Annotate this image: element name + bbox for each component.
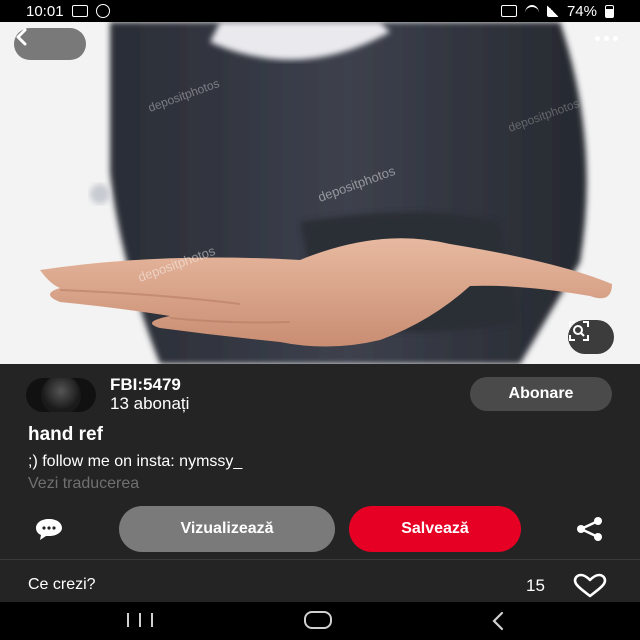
follower-count: 13 abonați bbox=[110, 394, 190, 413]
back-button[interactable] bbox=[14, 28, 86, 60]
pin-image[interactable]: depositphotos depositphotos depositphoto… bbox=[0, 22, 640, 364]
pin-image-illustration: depositphotos depositphotos depositphoto… bbox=[0, 22, 640, 364]
recent-apps-icon[interactable] bbox=[127, 613, 153, 629]
status-time: 10:01 bbox=[26, 2, 64, 20]
gallery-notification-icon bbox=[71, 5, 88, 17]
battery-percent: 74% bbox=[566, 2, 597, 20]
system-navigation-bar bbox=[0, 602, 640, 640]
share-icon[interactable] bbox=[574, 516, 606, 542]
whatsapp-notification-icon bbox=[95, 4, 110, 18]
comment-icon[interactable] bbox=[30, 516, 68, 542]
comment-prompt[interactable]: Ce crezi? bbox=[28, 576, 96, 594]
system-back-icon[interactable] bbox=[488, 611, 508, 631]
visit-button[interactable]: Vizualizează bbox=[119, 506, 335, 552]
home-icon[interactable] bbox=[304, 611, 332, 629]
wifi-icon bbox=[524, 5, 539, 17]
follow-button[interactable]: Abonare bbox=[470, 377, 612, 411]
battery-icon bbox=[605, 4, 614, 18]
status-bar: 10:01 74% bbox=[0, 0, 640, 22]
visual-search-button[interactable] bbox=[568, 320, 614, 354]
pin-details-panel: FBI:5479 13 abonați Abonare hand ref ;) … bbox=[0, 364, 640, 602]
like-count: 15 bbox=[526, 576, 545, 595]
see-translation-link[interactable]: Vezi traducerea bbox=[28, 475, 139, 493]
lens-search-icon bbox=[569, 321, 589, 341]
more-options-icon[interactable] bbox=[595, 36, 618, 41]
divider bbox=[0, 559, 640, 560]
heart-icon[interactable] bbox=[571, 573, 609, 599]
signal-icon bbox=[546, 5, 559, 17]
chevron-left-icon bbox=[16, 28, 27, 46]
pin-description: ;) follow me on insta: nymssy_ bbox=[28, 453, 243, 470]
author-profile[interactable]: FBI:5479 13 abonați bbox=[26, 376, 189, 414]
camera-status-icon bbox=[500, 5, 517, 17]
save-button[interactable]: Salvează bbox=[349, 506, 521, 552]
author-name[interactable]: FBI:5479 bbox=[110, 376, 189, 394]
action-bar: Vizualizează Salvează bbox=[0, 504, 640, 554]
avatar[interactable] bbox=[26, 378, 96, 412]
pin-title: hand ref bbox=[28, 424, 103, 445]
